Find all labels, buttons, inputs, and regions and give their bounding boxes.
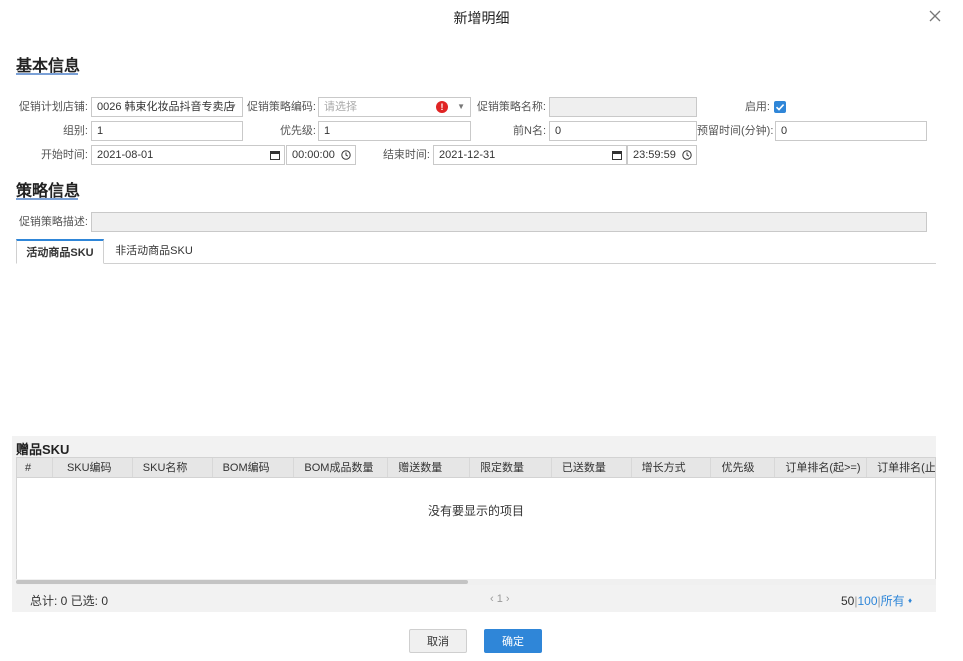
end-label: 结束时间: xyxy=(382,149,430,161)
page-size-all[interactable]: 所有 xyxy=(881,594,905,608)
calendar-icon[interactable] xyxy=(612,150,622,160)
column-header[interactable]: SKU编码 xyxy=(53,458,133,477)
column-header[interactable]: 限定数量 xyxy=(470,458,552,477)
clock-icon[interactable] xyxy=(341,150,351,160)
topn-input[interactable]: 0 xyxy=(549,121,697,141)
start-date-value: 2021-08-01 xyxy=(97,149,154,161)
end-date-input[interactable]: 2021-12-31 xyxy=(433,145,627,165)
clock-icon[interactable] xyxy=(682,150,692,160)
gift-sku-title: 赠品SKU xyxy=(16,442,70,457)
enable-label: 启用: xyxy=(744,101,770,113)
start-date-input[interactable]: 2021-08-01 xyxy=(91,145,285,165)
column-header[interactable]: 优先级 xyxy=(711,458,776,477)
start-time-input[interactable]: 00:00:00 xyxy=(286,145,356,165)
name-label: 促销策略名称: xyxy=(476,101,546,113)
column-header[interactable]: SKU名称 xyxy=(133,458,213,477)
chevron-down-icon: ▼ xyxy=(457,102,465,111)
group-input[interactable]: 1 xyxy=(91,121,243,141)
tab-inactive-sku[interactable]: 非活动商品SKU xyxy=(106,239,202,264)
code-placeholder: 请选择 xyxy=(324,101,357,113)
group-label: 组别: xyxy=(62,125,88,137)
sort-caret-icon[interactable]: ♦ xyxy=(908,596,912,605)
store-select[interactable]: 0026 韩束化妆品抖音专卖店 ▼ xyxy=(91,97,243,117)
cancel-button[interactable]: 取消 xyxy=(409,629,467,653)
column-header[interactable]: BOM编码 xyxy=(213,458,295,477)
reserve-label: 预留时间(分钟): xyxy=(697,125,774,137)
column-header[interactable]: 订单排名(起>=) xyxy=(775,458,868,477)
priority-label: 优先级: xyxy=(279,125,316,137)
footer-summary: 总计: 0 已选: 0 xyxy=(30,594,109,608)
end-date-value: 2021-12-31 xyxy=(439,149,496,161)
tab-active-sku[interactable]: 活动商品SKU xyxy=(16,239,104,264)
column-header[interactable]: 已送数量 xyxy=(552,458,632,477)
gift-table-body: 没有要显示的项目 xyxy=(16,478,936,579)
store-value: 0026 韩束化妆品抖音专卖店 xyxy=(97,101,235,113)
horizontal-scrollbar-thumb[interactable] xyxy=(16,580,468,584)
end-time-input[interactable]: 23:59:59 xyxy=(627,145,697,165)
priority-input[interactable]: 1 xyxy=(318,121,471,141)
strategy-info-underline xyxy=(16,198,78,200)
horizontal-scrollbar-track[interactable] xyxy=(16,579,936,585)
code-select[interactable]: 请选择 ! ▼ xyxy=(318,97,471,117)
ok-button[interactable]: 确定 xyxy=(484,629,542,653)
basic-info-underline xyxy=(16,73,78,75)
column-header[interactable]: BOM成品数量 xyxy=(294,458,389,477)
desc-label: 促销策略描述: xyxy=(18,216,88,228)
pager[interactable]: ‹ 1 › xyxy=(490,593,510,605)
start-time-value: 00:00:00 xyxy=(292,149,335,161)
enable-checkbox[interactable] xyxy=(774,101,786,113)
gift-table-header: # SKU编码 SKU名称 BOM编码 BOM成品数量 赠送数量 限定数量 已送… xyxy=(16,457,936,478)
start-label: 开始时间: xyxy=(40,149,88,161)
empty-message: 没有要显示的项目 xyxy=(427,504,524,518)
page-size-selector: 50|100|所有 ♦ xyxy=(841,594,913,608)
tab-content-panel xyxy=(16,264,936,436)
page-size-50[interactable]: 50 xyxy=(841,594,854,608)
chevron-down-icon: ▼ xyxy=(229,102,237,111)
dialog-title: 新增明细 xyxy=(453,10,510,26)
desc-field xyxy=(91,212,927,232)
column-header[interactable]: 赠送数量 xyxy=(388,458,471,477)
topn-label: 前N名: xyxy=(513,125,546,137)
reserve-input[interactable]: 0 xyxy=(775,121,927,141)
name-field xyxy=(549,97,697,117)
close-icon[interactable] xyxy=(927,8,943,24)
column-header[interactable]: 增长方式 xyxy=(632,458,712,477)
column-header[interactable]: 订单排名(止 xyxy=(867,458,935,477)
end-time-value: 23:59:59 xyxy=(633,149,676,161)
column-header[interactable]: # xyxy=(17,458,53,477)
error-icon: ! xyxy=(436,101,448,113)
store-label: 促销计划店铺: xyxy=(18,101,88,113)
calendar-icon[interactable] xyxy=(270,150,280,160)
code-label: 促销策略编码: xyxy=(246,101,316,113)
page-size-100[interactable]: 100 xyxy=(857,594,877,608)
check-icon xyxy=(775,104,785,111)
